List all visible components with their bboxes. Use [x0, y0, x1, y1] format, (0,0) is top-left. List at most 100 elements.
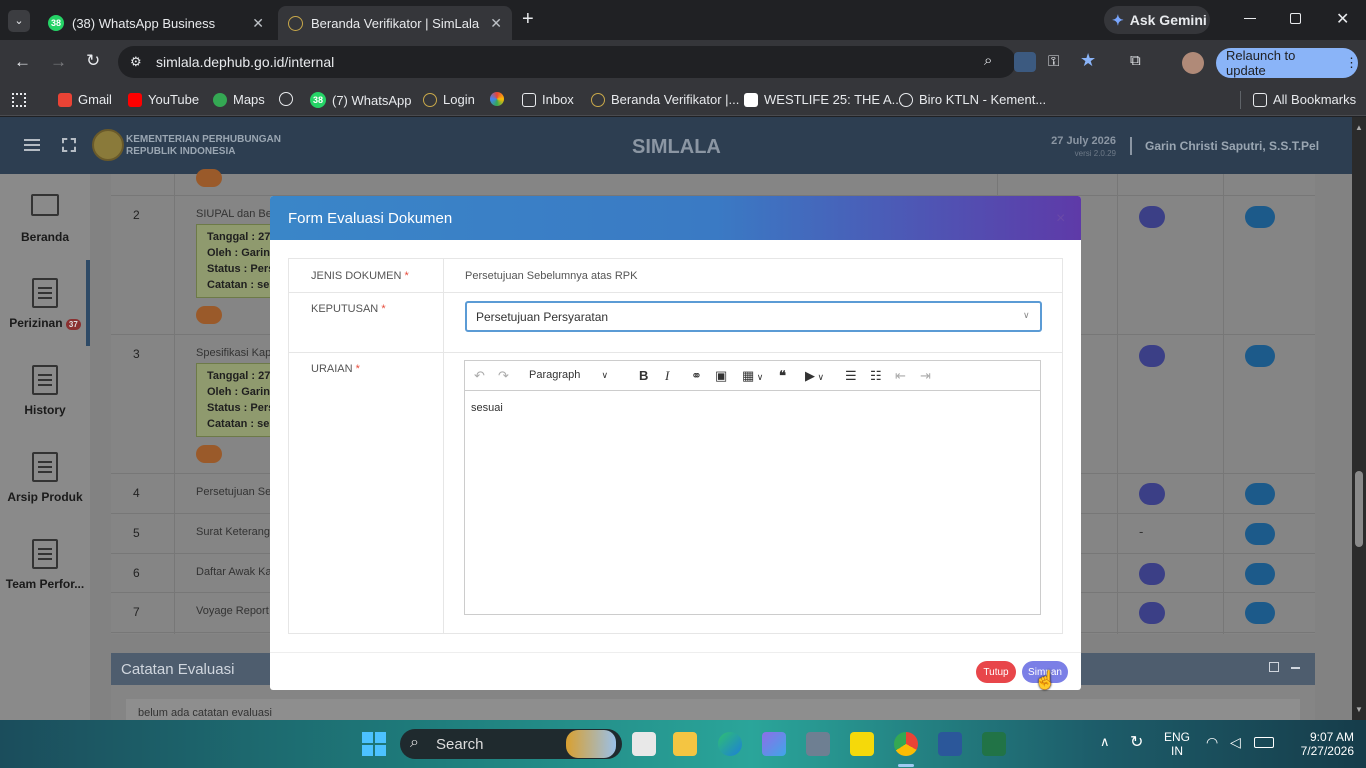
paragraph-style-select[interactable]: Paragraph ∨ — [529, 369, 608, 381]
numbered-list-icon[interactable]: ☷ — [870, 368, 882, 384]
edit-button[interactable] — [1245, 563, 1275, 585]
back-icon[interactable]: ← — [14, 52, 31, 72]
media-embed-icon[interactable]: ▶ ∨ — [805, 368, 824, 384]
search-button[interactable] — [196, 169, 222, 187]
scroll-up-icon[interactable]: ▲ — [1355, 123, 1363, 132]
site-info-icon[interactable]: ⚙ — [130, 54, 142, 70]
redo-icon[interactable]: ↷ — [498, 368, 509, 384]
insert-image-icon[interactable]: ▣ — [715, 368, 727, 384]
sidebar-item-arsip-produk[interactable]: Arsip Produk — [0, 452, 90, 504]
expand-icon[interactable] — [1269, 662, 1279, 672]
sticky-notes-icon[interactable] — [850, 732, 874, 756]
tab-simlala[interactable]: Beranda Verifikator | SimLala ✕ — [278, 6, 512, 40]
bookmark-whatsapp[interactable]: 38 (7) WhatsApp — [310, 92, 411, 108]
download-button[interactable] — [1139, 563, 1165, 585]
bookmark-gmail[interactable]: Gmail — [58, 92, 112, 107]
download-button[interactable] — [1139, 206, 1165, 228]
link-icon[interactable]: ⚭ — [691, 368, 702, 384]
outdent-icon[interactable]: ⇤ — [895, 368, 906, 384]
search-button[interactable] — [196, 445, 222, 463]
sidebar-item-perizinan[interactable]: Perizinan 37 — [0, 278, 90, 330]
relaunch-button[interactable]: Relaunch to update ⋮ — [1216, 48, 1358, 78]
close-window-icon[interactable]: ✕ — [1336, 9, 1349, 29]
page-scrollbar[interactable]: ▲ ▼ — [1352, 117, 1366, 720]
camera-icon[interactable] — [806, 732, 830, 756]
tab-whatsapp[interactable]: 38 (38) WhatsApp Business ✕ — [38, 6, 274, 40]
keputusan-select[interactable]: Persetujuan Persyaratan ∨ — [465, 301, 1042, 332]
close-tab-icon[interactable]: ✕ — [490, 15, 502, 32]
table-icon[interactable]: ▦ ∨ — [742, 368, 763, 384]
italic-icon[interactable]: I — [665, 368, 669, 384]
bookmark-beranda[interactable]: Beranda Verifikator |... — [591, 92, 739, 107]
battery-icon[interactable] — [1254, 737, 1274, 748]
bookmark-maps[interactable]: Maps — [213, 92, 265, 107]
bulleted-list-icon[interactable]: ☰ — [845, 368, 857, 384]
copilot-icon[interactable] — [762, 732, 786, 756]
reload-icon[interactable]: ↻ — [86, 51, 100, 71]
editor-content[interactable]: sesuai — [465, 391, 1040, 614]
fullscreen-icon[interactable] — [62, 138, 76, 152]
zoom-icon[interactable]: ⌕ — [984, 52, 992, 69]
sidebar-item-beranda[interactable]: Beranda — [0, 194, 90, 244]
tab-search-button[interactable]: ⌄ — [8, 10, 30, 32]
word-icon[interactable] — [938, 732, 962, 756]
chrome-icon[interactable] — [894, 732, 918, 756]
volume-icon[interactable]: ◁ — [1230, 734, 1241, 751]
install-app-icon[interactable] — [1014, 52, 1036, 72]
task-view-icon[interactable] — [632, 732, 656, 756]
taskbar-search[interactable]: ⌕ Search — [400, 729, 622, 759]
edit-button[interactable] — [1245, 483, 1275, 505]
search-button[interactable] — [196, 306, 222, 324]
edit-button[interactable] — [1245, 523, 1275, 545]
edit-button[interactable] — [1245, 602, 1275, 624]
undo-icon[interactable]: ↶ — [474, 368, 485, 384]
edit-button[interactable] — [1245, 206, 1275, 228]
forward-icon[interactable]: → — [50, 52, 67, 72]
profile-avatar[interactable] — [1182, 52, 1204, 74]
restore-icon[interactable] — [1290, 13, 1301, 24]
blockquote-icon[interactable]: ❝ — [779, 368, 786, 384]
download-button[interactable] — [1139, 483, 1165, 505]
minimize-icon[interactable] — [1244, 18, 1256, 19]
user-name[interactable]: Garin Christi Saputri, S.S.T.Pel — [1145, 139, 1319, 153]
download-button[interactable] — [1139, 602, 1165, 624]
language-indicator[interactable]: ENG IN — [1160, 730, 1194, 758]
new-tab-icon[interactable]: + — [522, 8, 534, 31]
bookmark-westlife[interactable]: WESTLIFE 25: THE A... — [744, 92, 902, 107]
bookmark-star-icon[interactable]: ★ — [1080, 50, 1096, 71]
extensions-icon[interactable]: ⧉ — [1130, 52, 1141, 69]
bookmark-login[interactable]: Login — [423, 92, 475, 107]
address-bar[interactable]: ⚙ simlala.dephub.go.id/internal ⌕ — [118, 46, 1016, 78]
collapse-icon[interactable] — [1291, 667, 1300, 669]
apps-grid-icon[interactable] — [12, 93, 26, 107]
menu-dots-icon[interactable]: ⋮ — [1345, 55, 1358, 71]
bookmark-globe[interactable] — [279, 92, 293, 106]
bookmark-youtube[interactable]: YouTube — [128, 92, 199, 107]
clock[interactable]: 9:07 AM 7/27/2026 — [1284, 730, 1354, 758]
ask-gemini-button[interactable]: ✦ Ask Gemini — [1104, 6, 1210, 34]
scroll-down-icon[interactable]: ▼ — [1355, 705, 1363, 714]
bold-icon[interactable]: B — [639, 368, 648, 383]
sync-icon[interactable]: ↻ — [1130, 732, 1143, 752]
bookmark-biro-ktln[interactable]: Biro KTLN - Kement... — [899, 92, 1046, 107]
sidebar-item-history[interactable]: History — [0, 365, 90, 417]
hamburger-menu-icon[interactable] — [24, 139, 40, 141]
windows-start-icon[interactable] — [362, 732, 386, 756]
scrollbar-thumb[interactable] — [1355, 471, 1363, 547]
sidebar-item-team-performance[interactable]: Team Perfor... — [0, 539, 90, 591]
password-key-icon[interactable]: ⚿ — [1048, 53, 1059, 70]
all-bookmarks[interactable]: All Bookmarks — [1253, 92, 1356, 107]
excel-icon[interactable] — [982, 732, 1006, 756]
show-hidden-icons-icon[interactable]: ∧ — [1100, 734, 1110, 750]
bookmark-pinwheel[interactable] — [490, 92, 504, 106]
edge-icon[interactable] — [718, 732, 742, 756]
close-tab-icon[interactable]: ✕ — [252, 15, 264, 32]
wifi-icon[interactable]: ◠ — [1206, 734, 1218, 751]
download-button[interactable] — [1139, 345, 1165, 367]
indent-icon[interactable]: ⇥ — [920, 368, 931, 384]
bookmark-inbox[interactable]: Inbox — [522, 92, 574, 107]
file-explorer-icon[interactable] — [673, 732, 697, 756]
edit-button[interactable] — [1245, 345, 1275, 367]
modal-close-icon[interactable]: × — [1056, 210, 1065, 228]
tutup-button[interactable]: Tutup — [976, 661, 1016, 683]
